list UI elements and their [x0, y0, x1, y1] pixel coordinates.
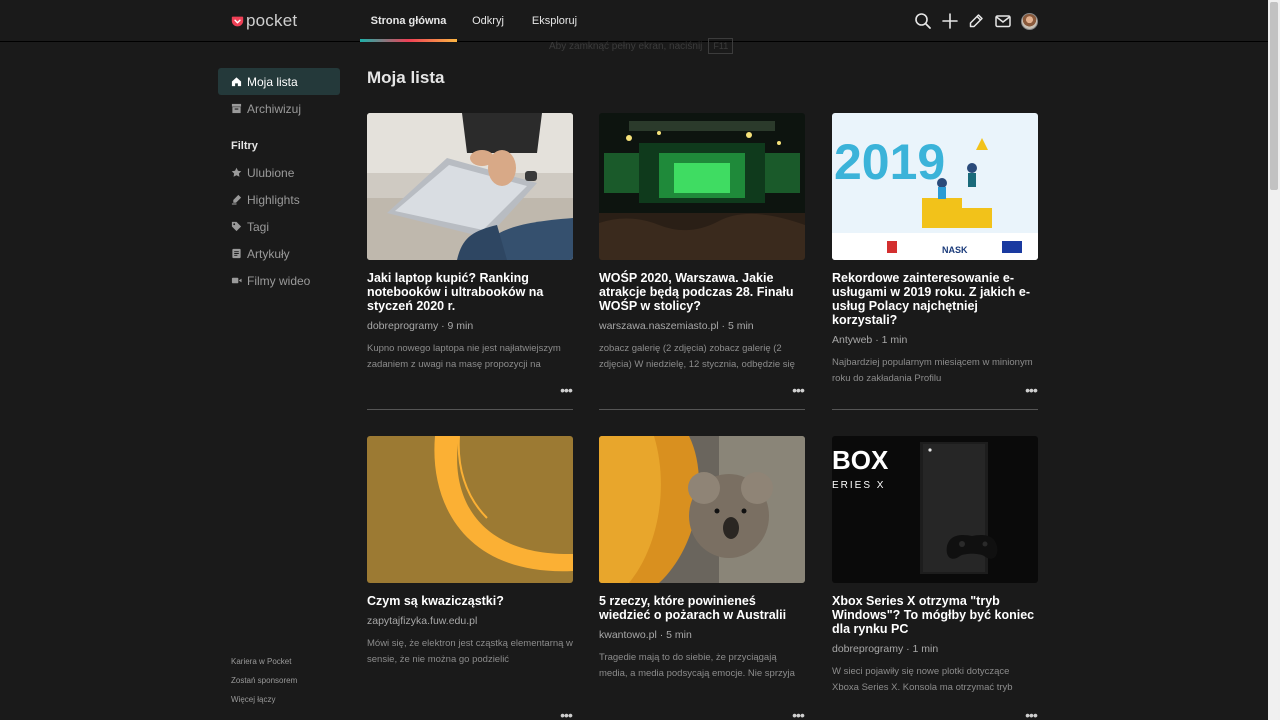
article-card: BOX ERIES X Xbox Series X otrzyma "tryb …	[832, 436, 1038, 720]
pocket-logo-icon	[231, 16, 244, 26]
article-meta: kwantowo.pl · 5 min	[599, 629, 692, 641]
article-meta: dobreprogramy · 1 min	[832, 643, 939, 655]
article-thumbnail[interactable]: 2019 NASK	[832, 113, 1038, 260]
more-options-icon[interactable]: •••	[791, 383, 805, 397]
article-thumbnail[interactable]	[367, 113, 573, 260]
search-icon[interactable]	[912, 10, 934, 32]
sidebar-item-archive[interactable]: Archiwizuj	[218, 95, 340, 122]
archive-icon	[231, 103, 242, 114]
card-divider	[832, 409, 1038, 410]
sidebar-item-label: Artykuły	[247, 246, 290, 261]
sidebar-item-label: Ulubione	[247, 165, 295, 180]
sidebar: Moja lista Archiwizuj Filtry Ulubione Hi…	[218, 68, 340, 294]
image-nask-text: NASK	[942, 245, 968, 255]
footer-link-more[interactable]: Więcej łączy	[231, 690, 297, 709]
page-title: Moja lista	[367, 68, 445, 87]
sidebar-item-label: Highlights	[247, 192, 300, 207]
sidebar-item-label: Tagi	[247, 219, 270, 234]
star-icon	[231, 167, 242, 178]
fullscreen-hint: Aby zamknąć pełny ekran, naciśnij F11	[525, 31, 735, 61]
article-title[interactable]: Jaki laptop kupić? Ranking notebooków i …	[367, 271, 573, 313]
sidebar-item-my-list[interactable]: Moja lista	[218, 68, 340, 95]
sidebar-item-label: Moja lista	[247, 74, 298, 89]
card-divider	[367, 409, 573, 410]
article-excerpt: Tragedie mają to do siebie, że przyciąga…	[599, 652, 795, 679]
avatar[interactable]	[1021, 12, 1038, 30]
card-divider	[599, 409, 805, 410]
article-meta: zapytajfizyka.fuw.edu.pl	[367, 615, 478, 627]
article-excerpt: W sieci pojawiły się nowe plotki dotyczą…	[832, 666, 1013, 693]
more-options-icon[interactable]: •••	[791, 708, 805, 720]
page-scrollbar[interactable]	[1268, 0, 1280, 720]
article-excerpt: Mówi się, że elektron jest cząstką eleme…	[367, 638, 573, 665]
article-card: 5 rzeczy, które powinieneś wiedzieć o po…	[599, 436, 805, 720]
article-title[interactable]: Rekordowe zainteresowanie e-usługami w 2…	[832, 271, 1038, 327]
article-excerpt: zobacz galerię (2 zdjęcia) zobacz galeri…	[599, 343, 795, 370]
logo-text: pocket	[246, 11, 298, 30]
sidebar-item-videos[interactable]: Filmy wideo	[218, 267, 340, 294]
article-icon	[231, 248, 242, 259]
article-meta: warszawa.naszemiasto.pl · 5 min	[599, 320, 754, 332]
article-thumbnail[interactable]	[367, 436, 573, 583]
tab-home[interactable]: Strona główna	[360, 0, 457, 42]
more-options-icon[interactable]: •••	[1024, 708, 1038, 720]
article-title[interactable]: Czym są kwazicząstki?	[367, 594, 573, 608]
article-card: 2019 NASK Rekordowe zainteresowanie e-us…	[832, 113, 1038, 410]
article-meta: Antyweb · 1 min	[832, 334, 908, 346]
article-excerpt: Najbardziej popularnym miesiącem w minio…	[832, 357, 1033, 384]
scrollbar-thumb[interactable]	[1270, 2, 1278, 190]
highlight-icon	[231, 194, 242, 205]
image-year-text: 2019	[834, 134, 945, 190]
article-card: Jaki laptop kupić? Ranking notebooków i …	[367, 113, 573, 410]
sidebar-item-highlights[interactable]: Highlights	[218, 186, 340, 213]
article-thumbnail[interactable]: BOX ERIES X	[832, 436, 1038, 583]
footer-link-sponsor[interactable]: Zostań sponsorem	[231, 671, 297, 690]
article-meta: dobreprogramy · 9 min	[367, 320, 474, 332]
more-options-icon[interactable]: •••	[559, 708, 573, 720]
fullscreen-key: F11	[708, 38, 734, 54]
filters-heading: Filtry	[231, 139, 258, 152]
footer-link-careers[interactable]: Kariera w Pocket	[231, 652, 297, 671]
article-card: WOŚP 2020, Warszawa. Jakie atrakcje będą…	[599, 113, 805, 410]
sidebar-item-label: Archiwizuj	[247, 101, 302, 116]
inbox-icon[interactable]	[992, 10, 1014, 32]
article-thumbnail[interactable]	[599, 113, 805, 260]
image-xbox-text: BOX	[832, 445, 889, 475]
fullscreen-hint-text: Aby zamknąć pełny ekran, naciśnij	[549, 40, 703, 52]
add-icon[interactable]	[939, 10, 961, 32]
home-icon	[231, 76, 242, 87]
more-options-icon[interactable]: •••	[1024, 383, 1038, 397]
sidebar-footer: Kariera w Pocket Zostań sponsorem Więcej…	[231, 652, 297, 709]
sidebar-item-label: Filmy wideo	[247, 273, 311, 288]
header-actions	[912, 10, 1038, 32]
image-series-text: ERIES X	[832, 480, 885, 491]
tab-discover[interactable]: Odkryj	[457, 0, 519, 42]
highlighter-icon[interactable]	[965, 10, 987, 32]
article-title[interactable]: Xbox Series X otrzyma "tryb Windows"? To…	[832, 594, 1038, 636]
pocket-logo[interactable]: pocket	[231, 11, 297, 31]
tag-icon	[231, 221, 242, 232]
article-card: Czym są kwazicząstki? zapytajfizyka.fuw.…	[367, 436, 573, 720]
article-title[interactable]: 5 rzeczy, które powinieneś wiedzieć o po…	[599, 594, 805, 622]
sidebar-item-favorites[interactable]: Ulubione	[218, 159, 340, 186]
video-icon	[231, 275, 242, 286]
article-title[interactable]: WOŚP 2020, Warszawa. Jakie atrakcje będą…	[599, 271, 805, 313]
sidebar-item-tags[interactable]: Tagi	[218, 213, 340, 240]
article-thumbnail[interactable]	[599, 436, 805, 583]
article-excerpt: Kupno nowego laptopa nie jest najłatwiej…	[367, 343, 561, 370]
more-options-icon[interactable]: •••	[559, 383, 573, 397]
sidebar-item-articles[interactable]: Artykuły	[218, 240, 340, 267]
